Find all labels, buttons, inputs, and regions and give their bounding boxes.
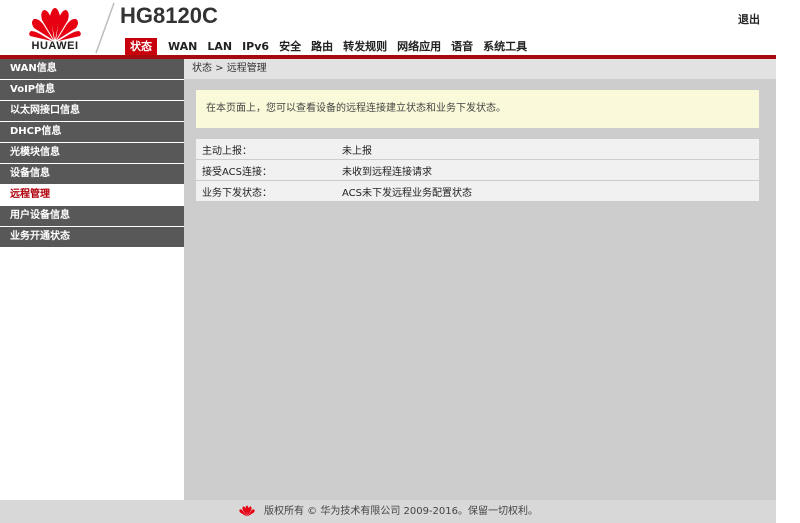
footer: 版权所有 © 华为技术有限公司 2009-2016。保留一切权利。 — [0, 500, 776, 523]
top-nav: 状态 WAN LAN IPv6 安全 路由 转发规则 网络应用 语音 系统工具 — [125, 38, 532, 55]
nav-tab[interactable]: 状态 — [125, 38, 157, 55]
table-row: 主动上报： 未上报 — [196, 139, 759, 160]
status-value: ACS未下发远程业务配置状态 — [336, 180, 759, 202]
status-value: 未收到远程连接请求 — [336, 159, 759, 181]
copyright-text: 版权所有 © 华为技术有限公司 2009-2016。保留一切权利。 — [263, 506, 539, 517]
status-label: 接受ACS连接： — [196, 159, 336, 181]
sidebar-item[interactable]: 以太网接口信息 — [0, 101, 184, 121]
nav-tab[interactable]: 系统工具 — [478, 38, 532, 55]
header: HUAWEI HG8120C 退出 状态 WAN LAN IPv6 安全 路由 转发规则 网络… — [0, 0, 776, 57]
sidebar-item[interactable]: 设备信息 — [0, 164, 184, 184]
nav-tab[interactable]: 转发规则 — [338, 38, 392, 55]
main-panel: 状态 > 远程管理 在本页面上，您可以查看设备的远程连接建立状态和业务下发状态。… — [184, 59, 776, 500]
page-margin — [776, 0, 800, 523]
sidebar-item[interactable]: 用户设备信息 — [0, 206, 184, 226]
status-label: 主动上报： — [196, 139, 336, 160]
status-label: 业务下发状态： — [196, 180, 336, 202]
status-value: 未上报 — [336, 139, 759, 160]
sidebar-item[interactable]: 远程管理 — [0, 185, 184, 205]
nav-tab[interactable]: 路由 — [306, 38, 338, 55]
sidebar-item[interactable]: WAN信息 — [0, 59, 184, 79]
table-row: 业务下发状态： ACS未下发远程业务配置状态 — [196, 180, 759, 202]
table-row: 接受ACS连接： 未收到远程连接请求 — [196, 159, 759, 181]
nav-tab[interactable]: 网络应用 — [392, 38, 446, 55]
breadcrumb: 状态 > 远程管理 — [184, 59, 776, 79]
brand-name: HUAWEI — [31, 40, 79, 52]
remote-management-status-table: 主动上报： 未上报 接受ACS连接： 未收到远程连接请求 业务下发状态： ACS未下发远程… — [196, 139, 759, 202]
nav-tab[interactable]: 语音 — [446, 38, 478, 55]
divider-slash — [95, 2, 115, 54]
huawei-logo-icon — [29, 8, 81, 41]
sidebar: WAN信息 VoIP信息 以太网接口信息 DHCP信息 光模块信息 设备信息 远程管理 用户设… — [0, 59, 184, 500]
huawei-logo-icon — [239, 505, 255, 517]
sidebar-item[interactable]: DHCP信息 — [0, 122, 184, 142]
nav-tab[interactable]: WAN — [163, 38, 202, 55]
sidebar-item[interactable]: 光模块信息 — [0, 143, 184, 163]
nav-tab[interactable]: 安全 — [274, 38, 306, 55]
page-description: 在本页面上，您可以查看设备的远程连接建立状态和业务下发状态。 — [196, 90, 759, 128]
nav-tab[interactable]: LAN — [202, 38, 237, 55]
nav-tab[interactable]: IPv6 — [237, 38, 274, 55]
sidebar-item[interactable]: VoIP信息 — [0, 80, 184, 100]
sidebar-item[interactable]: 业务开通状态 — [0, 227, 184, 247]
logout-link[interactable]: 退出 — [738, 11, 760, 27]
device-model-title: HG8120C — [120, 3, 218, 28]
